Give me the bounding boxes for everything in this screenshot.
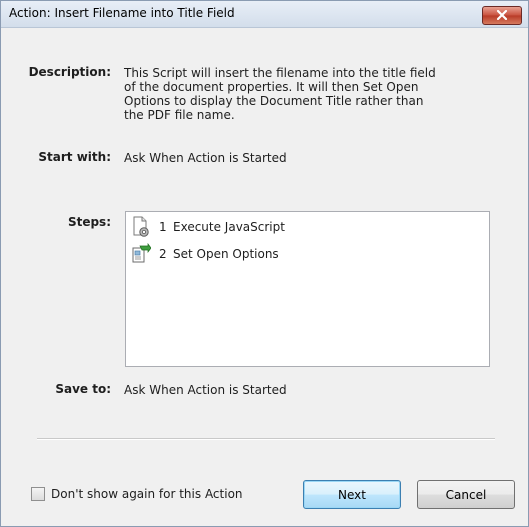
description-text: This Script will insert the filename int… xyxy=(124,66,436,122)
steps-label: Steps: xyxy=(67,215,111,229)
start-with-value: Ask When Action is Started xyxy=(124,151,287,165)
steps-list[interactable]: 1 Execute JavaScript 2 Set Open Options xyxy=(125,211,490,367)
save-to-value: Ask When Action is Started xyxy=(124,383,287,397)
description-line: the PDF file name. xyxy=(124,108,235,122)
description-line: of the document properties. It will then… xyxy=(124,80,419,94)
close-button[interactable] xyxy=(482,6,522,25)
dont-show-again-checkbox[interactable]: Don't show again for this Action xyxy=(31,487,243,501)
description-line: This Script will insert the filename int… xyxy=(124,66,436,80)
next-button[interactable]: Next xyxy=(303,480,401,509)
step-number: 2 xyxy=(159,247,167,261)
divider xyxy=(37,438,495,440)
list-item[interactable]: 2 Set Open Options xyxy=(131,242,279,265)
checkbox-box[interactable] xyxy=(31,487,45,501)
checkbox-label: Don't show again for this Action xyxy=(51,487,243,501)
title-bar[interactable]: Action: Insert Filename into Title Field xyxy=(1,1,528,28)
description-label: Description: xyxy=(28,65,111,79)
list-item[interactable]: 1 Execute JavaScript xyxy=(131,216,285,238)
step-label: Execute JavaScript xyxy=(173,220,285,234)
cancel-button[interactable]: Cancel xyxy=(417,480,515,509)
step-number: 1 xyxy=(159,220,167,234)
close-x-icon xyxy=(497,10,507,20)
step-label: Set Open Options xyxy=(173,247,279,261)
start-with-label: Start with: xyxy=(38,150,111,164)
save-to-label: Save to: xyxy=(55,382,111,396)
open-options-icon xyxy=(131,242,152,265)
description-line: Options to display the Document Title ra… xyxy=(124,94,424,108)
javascript-script-icon xyxy=(131,216,151,238)
window-title: Action: Insert Filename into Title Field xyxy=(9,6,235,20)
action-dialog: Action: Insert Filename into Title Field… xyxy=(0,0,529,527)
